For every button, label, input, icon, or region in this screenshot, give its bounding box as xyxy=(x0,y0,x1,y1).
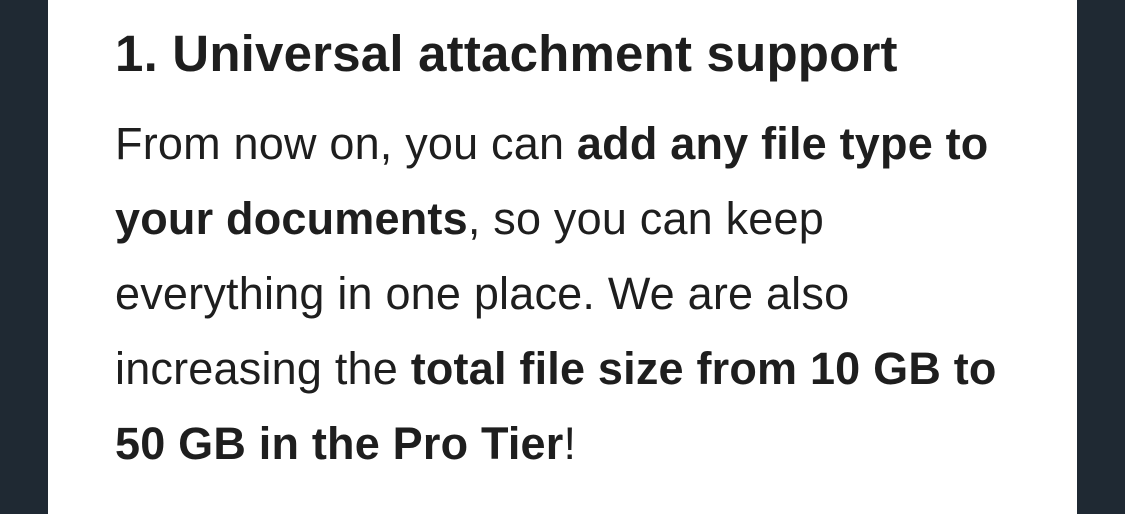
section-paragraph: From now on, you can add any file type t… xyxy=(115,106,1015,481)
section-heading: 1. Universal attachment support xyxy=(115,25,898,82)
content-card: 1. Universal attachment support From now… xyxy=(48,0,1077,514)
paragraph-text-3: ! xyxy=(563,418,577,469)
screen-backdrop: 1. Universal attachment support From now… xyxy=(0,0,1125,514)
paragraph-text-1: From now on, you can xyxy=(115,118,577,169)
